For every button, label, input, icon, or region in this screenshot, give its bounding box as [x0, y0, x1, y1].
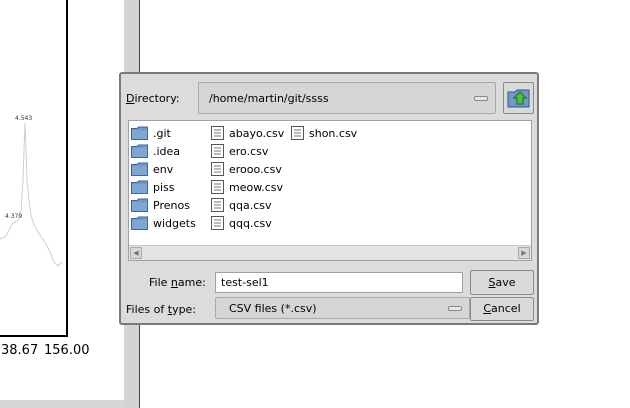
file-list[interactable]: .git .idea env piss Prenos widgets abayo… [128, 120, 532, 261]
plot-canvas: 4.543 4.379 [0, 0, 68, 337]
directory-combo[interactable]: /home/martin/git/ssss [198, 82, 496, 114]
file-name: shon.csv [309, 126, 358, 140]
folder-name: Prenos [153, 198, 190, 212]
list-item-file[interactable]: abayo.csv [211, 125, 284, 141]
x-tick-label: 156.00 [44, 343, 90, 358]
list-item-file[interactable]: qqq.csv [211, 215, 272, 231]
list-item-folder[interactable]: Prenos [131, 197, 190, 213]
folder-up-icon [507, 89, 530, 108]
scroll-right-icon[interactable]: ▶ [518, 247, 530, 259]
file-type-combo[interactable]: CSV files (*.csv) [215, 297, 470, 319]
list-item-file[interactable]: shon.csv [291, 125, 357, 141]
folder-icon [131, 162, 148, 176]
list-item-folder[interactable]: .idea [131, 143, 180, 159]
file-name-label: File name: [149, 276, 206, 289]
list-item-file[interactable]: erooo.csv [211, 161, 282, 177]
directory-label: Directory: [126, 92, 180, 105]
list-item-file[interactable]: ero.csv [211, 143, 268, 159]
cancel-button[interactable]: Cancel [470, 297, 534, 321]
document-icon [211, 144, 224, 158]
peak-label-2: 4.379 [5, 213, 23, 220]
list-item-file[interactable]: qqa.csv [211, 197, 272, 213]
file-name-input[interactable]: test-sel1 [215, 272, 463, 293]
folder-name: widgets [153, 216, 196, 230]
document-icon [211, 126, 224, 140]
directory-value: /home/martin/git/ssss [209, 92, 329, 105]
file-name: abayo.csv [229, 126, 285, 140]
up-directory-button[interactable] [503, 82, 534, 114]
status-strip [0, 400, 125, 408]
document-icon [211, 162, 224, 176]
folder-icon [131, 180, 148, 194]
list-item-folder[interactable]: widgets [131, 215, 196, 231]
folder-icon [131, 216, 148, 230]
document-icon [211, 180, 224, 194]
list-item-folder[interactable]: .git [131, 125, 171, 141]
file-name: meow.csv [229, 180, 283, 194]
list-item-file[interactable]: meow.csv [211, 179, 283, 195]
document-icon [211, 216, 224, 230]
folder-icon [131, 144, 148, 158]
folder-icon [131, 198, 148, 212]
file-name: erooo.csv [229, 162, 282, 176]
document-icon [291, 126, 304, 140]
list-item-folder[interactable]: env [131, 161, 173, 177]
spectrum-line [0, 122, 63, 267]
combo-handle-icon [448, 306, 462, 311]
file-type-label: Files of type: [126, 303, 197, 316]
peak-label-1: 4.543 [15, 115, 33, 122]
folder-icon [131, 126, 148, 140]
horizontal-scrollbar[interactable]: ◀ ▶ [129, 245, 531, 260]
x-tick-label: 38.67 [1, 343, 39, 358]
folder-name: piss [153, 180, 175, 194]
folder-name: .git [153, 126, 171, 140]
save-button[interactable]: Save [470, 270, 534, 295]
list-item-folder[interactable]: piss [131, 179, 175, 195]
file-name: qqa.csv [229, 198, 272, 212]
folder-name: env [153, 162, 174, 176]
file-type-value: CSV files (*.csv) [229, 302, 317, 315]
document-icon [211, 198, 224, 212]
folder-name: .idea [153, 144, 181, 158]
save-file-dialog: Directory: /home/martin/git/ssss .git .i… [119, 72, 539, 325]
file-name: ero.csv [229, 144, 269, 158]
file-name: qqq.csv [229, 216, 272, 230]
combo-handle-icon [474, 96, 488, 101]
scroll-left-icon[interactable]: ◀ [130, 247, 142, 259]
